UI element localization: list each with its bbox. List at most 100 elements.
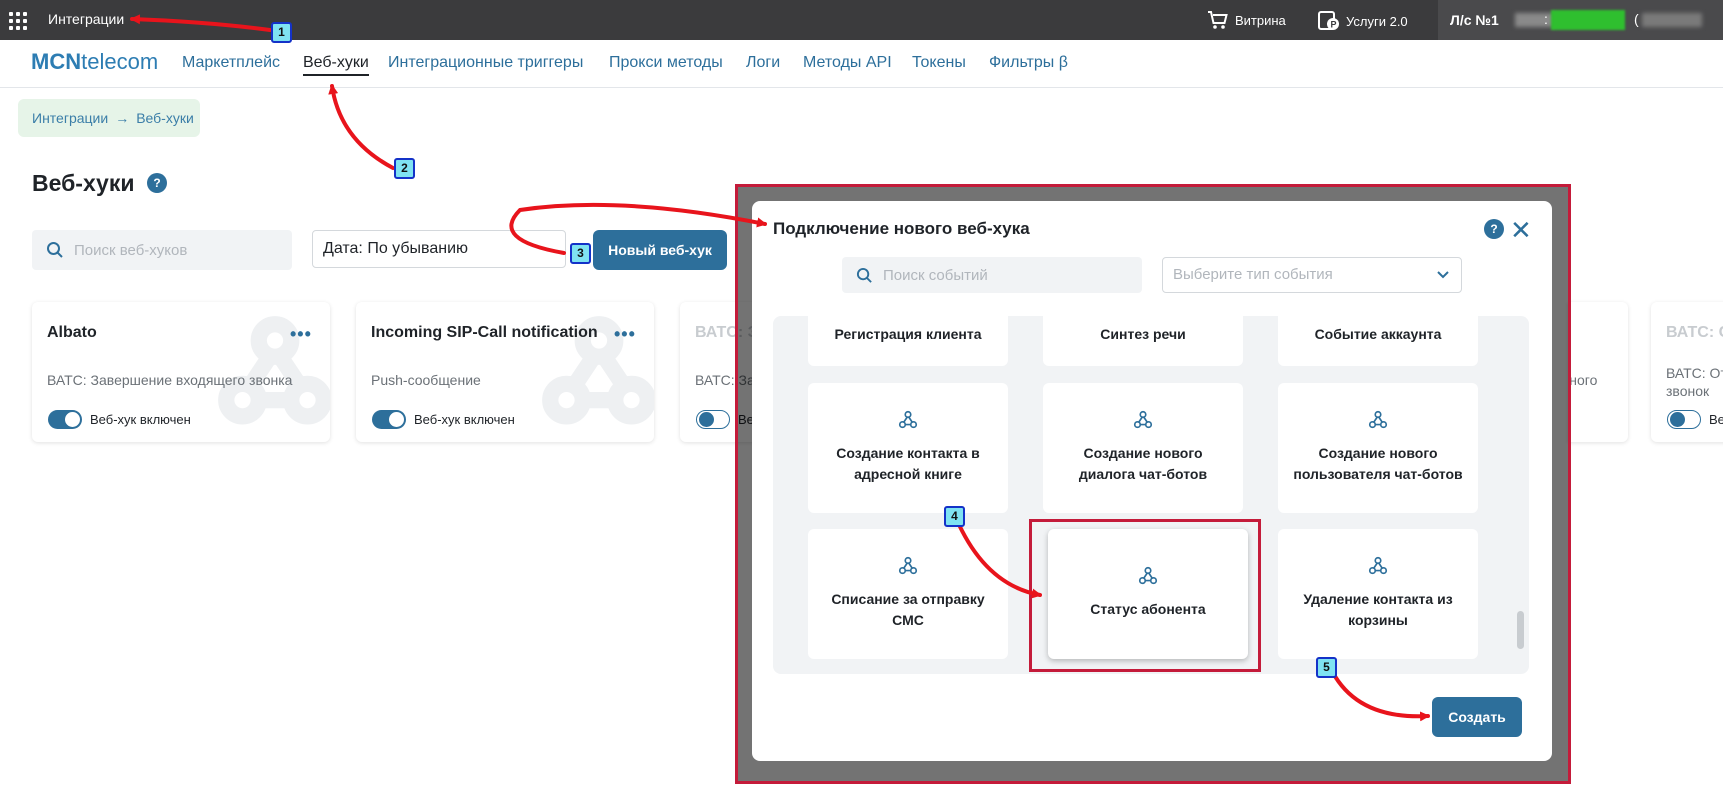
event-tile-label: Создание нового диалога чат-ботов (1078, 445, 1208, 482)
event-tile-label: Создание контакта в адресной книге (836, 445, 980, 482)
step-badge-4: 4 (944, 506, 965, 527)
more-options-icon[interactable]: ••• (290, 324, 312, 345)
webhook-toggle[interactable] (696, 410, 730, 429)
help-icon[interactable]: ? (147, 173, 167, 193)
modal-title: Подключение нового веб-хука (773, 219, 1030, 238)
event-tile-label: Регистрация клиента (834, 326, 982, 342)
nav-filters-beta[interactable]: Фильтры β (989, 54, 1068, 72)
webhook-toggle-label: Веб-хук включен (414, 412, 515, 427)
webhook-icon (898, 556, 918, 575)
webhook-search-input[interactable] (74, 241, 264, 259)
webhook-card-event: Push-сообщение (371, 372, 481, 388)
nav-logs[interactable]: Логи (746, 54, 780, 72)
scrollbar-thumb[interactable] (1517, 611, 1524, 649)
new-webhook-modal: Подключение нового веб-хука ? ✕ Выберите… (752, 201, 1552, 761)
step-badge-2: 2 (394, 158, 415, 179)
nav-webhooks[interactable]: Веб-хуки (303, 54, 369, 76)
breadcrumb-arrow-icon: → (115, 110, 130, 126)
webhook-icon (1368, 556, 1388, 575)
step-badge-5: 5 (1316, 657, 1337, 678)
close-icon[interactable]: ✕ (1510, 215, 1532, 246)
search-icon (856, 267, 872, 283)
webhook-card[interactable]: ВАТС: С ВАТС: От звонок Ве (1651, 302, 1723, 442)
modal-help-icon[interactable]: ? (1484, 219, 1504, 239)
breadcrumb: Интеграции → Веб-хуки (18, 99, 200, 137)
webhook-card[interactable]: Albato ••• ВАТС: Завершение входящего зв… (32, 302, 330, 442)
cart-icon (1208, 11, 1228, 29)
chevron-down-icon (1437, 271, 1449, 279)
event-type-placeholder: Выберите тип события (1173, 266, 1333, 283)
event-tile-label: Списание за отправку СМС (831, 591, 985, 628)
services-label: Услуги 2.0 (1346, 13, 1408, 29)
webhook-card-event: ВАТС: Завершение входящего звонка (47, 372, 293, 388)
event-search[interactable] (842, 257, 1142, 293)
event-tile[interactable]: Регистрация клиента (808, 316, 1008, 366)
nav-api-methods[interactable]: Методы API (803, 54, 892, 72)
nav-proxy-methods[interactable]: Прокси методы (609, 54, 723, 72)
showcase-label: Витрина (1235, 12, 1286, 28)
main-nav: MCNtelecom Маркетплейс Веб-хуки Интеграц… (0, 40, 1723, 88)
logo-bold: MCN (31, 49, 82, 74)
selected-tile-highlight (1029, 519, 1261, 672)
sort-select[interactable]: Дата: По убыванию (312, 230, 566, 268)
webhook-toggle-label: Ве (1709, 412, 1723, 427)
webhook-card-event: ВАТС: От звонок (1666, 365, 1723, 399)
event-search-input[interactable] (883, 266, 1073, 284)
step-badge-3: 3 (570, 243, 591, 264)
webhook-card-title: Albato (47, 324, 97, 341)
breadcrumb-root[interactable]: Интеграции (32, 110, 108, 126)
event-tile[interactable]: Создание нового пользователя чат-ботов (1278, 383, 1478, 513)
event-tile[interactable]: Создание контакта в адресной книге (808, 383, 1008, 513)
create-button[interactable]: Создать (1432, 697, 1522, 737)
more-options-icon[interactable]: ••• (614, 324, 636, 345)
event-tile-label: Событие аккаунта (1314, 326, 1442, 342)
webhook-toggle[interactable] (372, 410, 406, 429)
webhook-icon (1133, 410, 1153, 429)
nav-integration-triggers[interactable]: Интеграционные триггеры (388, 54, 583, 72)
account-paren: ( (1634, 11, 1639, 27)
webhook-toggle[interactable] (1667, 410, 1701, 429)
webhook-card-title: ВАТС: С (1666, 324, 1723, 341)
event-tile-label: Синтез речи (1100, 326, 1186, 342)
arrow-2 (328, 84, 395, 170)
webhook-card-event: чного (1568, 372, 1598, 388)
apps-grid-icon[interactable] (9, 12, 27, 30)
svg-text:Р: Р (1331, 20, 1337, 30)
new-webhook-button[interactable]: Новый веб-хук (593, 230, 727, 270)
event-tile[interactable]: Событие аккаунта (1278, 316, 1478, 366)
services-icon: Р (1318, 11, 1339, 30)
webhook-icon (898, 410, 918, 429)
account-label: Л/с №1 (1450, 12, 1499, 28)
account-balance-redacted (1551, 10, 1625, 30)
webhook-search[interactable] (32, 230, 292, 270)
showcase-link[interactable]: Витрина (1207, 10, 1286, 30)
webhook-card-title: Incoming SIP-Call notification (371, 324, 598, 341)
webhook-icon (1368, 410, 1388, 429)
page-title: Веб-хуки (32, 170, 135, 196)
event-type-select[interactable]: Выберите тип события (1162, 257, 1462, 293)
account-name-redacted (1642, 13, 1702, 27)
account-colon: : (1544, 11, 1548, 27)
webhook-toggle[interactable] (48, 410, 82, 429)
account-area[interactable]: Л/с №1 : ( (1438, 0, 1723, 40)
nav-marketplace[interactable]: Маркетплейс (182, 54, 280, 72)
event-tile[interactable]: Удаление контакта из корзины (1278, 529, 1478, 659)
account-number-redacted (1515, 13, 1555, 27)
search-icon (47, 242, 63, 258)
event-tile[interactable]: Создание нового диалога чат-ботов (1043, 383, 1243, 513)
webhook-card[interactable]: Incoming SIP-Call notification ••• Push-… (356, 302, 654, 442)
top-bar: Интеграции Витрина Р Услуги 2.0 Л/с №1 :… (0, 0, 1723, 40)
nav-tokens[interactable]: Токены (912, 54, 966, 72)
services-link[interactable]: Р Услуги 2.0 (1318, 10, 1408, 32)
event-tile[interactable]: Списание за отправку СМС (808, 529, 1008, 659)
event-tile[interactable]: Синтез речи (1043, 316, 1243, 366)
logo-rest: telecom (81, 49, 159, 74)
event-tile-label: Создание нового пользователя чат-ботов (1293, 445, 1463, 482)
webhook-toggle-label: Веб-хук включен (90, 412, 191, 427)
mcn-logo[interactable]: MCNtelecom (31, 49, 158, 75)
breadcrumb-current: Веб-хуки (136, 110, 194, 126)
event-tile-label: Удаление контакта из корзины (1303, 591, 1453, 628)
top-title[interactable]: Интеграции (48, 11, 124, 27)
step-badge-1: 1 (271, 22, 292, 43)
webhook-card-partial[interactable]: ••• чного (1568, 302, 1628, 442)
